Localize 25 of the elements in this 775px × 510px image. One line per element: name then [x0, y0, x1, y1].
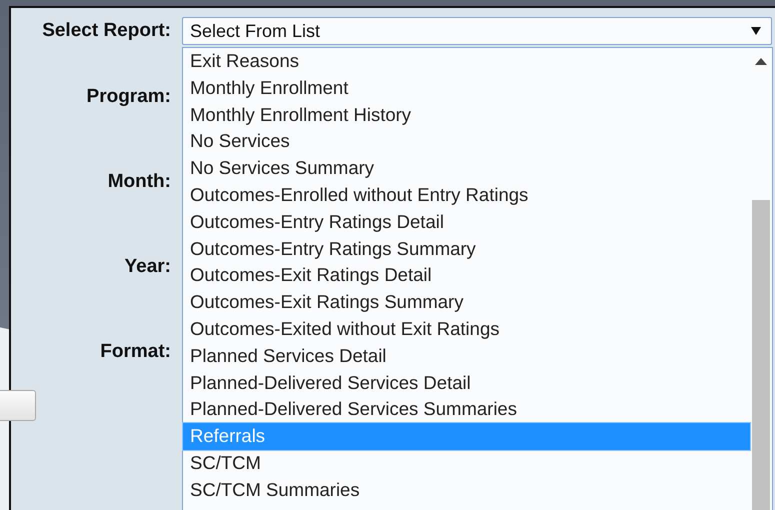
- caret-icon: [751, 27, 761, 35]
- list-option[interactable]: Exit Reasons: [183, 48, 750, 75]
- list-option[interactable]: Monthly Enrollment History: [183, 102, 750, 128]
- scroll-thumb[interactable]: [752, 200, 770, 510]
- list-option[interactable]: Outcomes-Entry Ratings Detail: [183, 208, 750, 236]
- list-option[interactable]: No Services Summary: [183, 155, 750, 182]
- field-label: Format:: [99, 340, 171, 362]
- list-option[interactable]: No Services: [183, 128, 750, 156]
- field-label: Program:: [86, 86, 171, 108]
- field-label: Select Report:: [41, 20, 171, 42]
- list-option[interactable]: Planned-Delivered Services Summaries: [183, 396, 750, 424]
- list-option[interactable]: Outcomes-Entry Ratings Summary: [183, 236, 750, 262]
- field-label: Year:: [124, 256, 171, 278]
- list-option[interactable]: Monthly Enrollment: [183, 74, 750, 102]
- list-option[interactable]: Outcomes-Enrolled without Entry Ratings: [183, 182, 750, 209]
- list-option[interactable]: Outcomes-Exit Ratings Summary: [183, 289, 750, 316]
- field-label: Month:: [106, 170, 171, 192]
- list-option[interactable]: Outcomes-Exit Ratings Detail: [183, 262, 750, 290]
- list-option[interactable]: SC/TCM: [183, 450, 750, 477]
- list-option[interactable]: SC/TCM Summaries: [183, 476, 750, 504]
- list-option[interactable]: Outcomes-Exited without Exit Ratings: [183, 316, 750, 343]
- list-option[interactable]: Planned-Delivered Services Detail: [183, 370, 750, 396]
- scroll-up-icon[interactable]: [755, 58, 767, 65]
- list-option[interactable]: Planned Services Detail: [183, 342, 750, 370]
- report-select[interactable]: Select From List: [182, 17, 772, 45]
